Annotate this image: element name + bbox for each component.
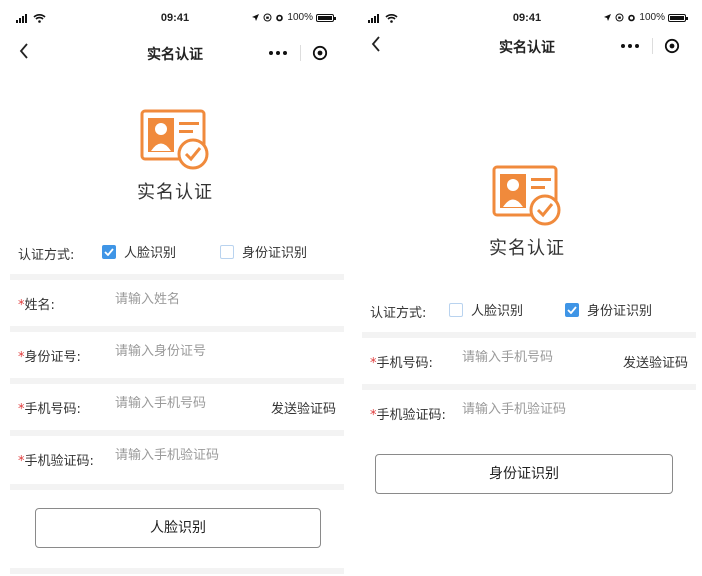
location-icon [604, 14, 612, 21]
status-right: 100% [251, 12, 336, 23]
field-phone: *手机号码: 发送验证码 [0, 384, 350, 428]
field-sms-code: *手机验证码: [352, 390, 702, 434]
battery-percent: 100% [287, 12, 313, 23]
auth-method-row: 认证方式: 人脸识别 身份证识别 [352, 294, 702, 328]
field-name: *姓名: [0, 280, 350, 324]
phone-screen-idcard: 09:41 100% 实名认证 实名认证 认证方式: 人脸识别 身份证识别 *手… [352, 0, 702, 576]
name-input[interactable] [115, 292, 265, 307]
lock-rotation-icon [615, 13, 624, 22]
checkbox-checked-icon[interactable] [565, 302, 579, 317]
divider [10, 568, 344, 574]
hero-title: 实名认证 [137, 182, 213, 203]
hero: 实名认证 [0, 108, 350, 204]
checkbox-checked-icon[interactable] [102, 244, 116, 259]
mini-program-capsule [612, 33, 688, 59]
send-code-button[interactable]: 发送验证码 [271, 398, 336, 417]
hero-title: 实名认证 [489, 238, 565, 259]
id-card-recognition-button[interactable]: 身份证识别 [375, 454, 673, 494]
id-card-verified-icon [492, 165, 561, 226]
more-icon[interactable] [260, 51, 296, 55]
option-face[interactable]: 人脸识别 [449, 300, 523, 319]
field-phone: *手机号码: 发送验证码 [352, 338, 702, 382]
field-code-label: *手机验证码: [18, 454, 94, 469]
battery-icon [316, 13, 336, 22]
send-code-button[interactable]: 发送验证码 [623, 352, 688, 371]
phone-input[interactable] [115, 396, 265, 411]
option-idcard-label: 身份证识别 [587, 304, 653, 319]
option-idcard[interactable]: 身份证识别 [565, 300, 652, 319]
checkbox-unchecked-icon[interactable] [449, 302, 463, 317]
field-phone-label: *手机号码: [370, 356, 433, 371]
face-recognition-button[interactable]: 人脸识别 [35, 508, 321, 548]
sms-code-input[interactable] [462, 402, 612, 417]
capsule-divider [652, 38, 653, 54]
field-phone-label: *手机号码: [18, 402, 81, 417]
alarm-icon [628, 14, 636, 22]
more-icon[interactable] [612, 44, 648, 48]
battery-percent: 100% [639, 12, 665, 23]
location-icon [252, 14, 260, 21]
close-target-icon[interactable] [305, 45, 335, 61]
option-face[interactable]: 人脸识别 [102, 242, 176, 261]
auth-method-row: 认证方式: 人脸识别 身份证识别 [0, 236, 350, 270]
field-sms-code: *手机验证码: [0, 436, 350, 480]
nav-bar: 实名认证 [352, 29, 702, 61]
status-bar: 09:41 100% [0, 12, 350, 28]
close-target-icon[interactable] [657, 38, 687, 54]
battery-icon [668, 13, 688, 22]
field-id-number: *身份证号: [0, 332, 350, 376]
id-card-verified-icon [140, 109, 209, 170]
option-face-label: 人脸识别 [124, 246, 177, 261]
divider [10, 484, 344, 490]
field-code-label: *手机验证码: [370, 408, 446, 423]
field-name-label: *姓名: [18, 298, 55, 313]
auth-method-label: 认证方式: [18, 248, 75, 263]
option-idcard-label: 身份证识别 [242, 246, 308, 261]
field-id-label: *身份证号: [18, 350, 81, 365]
lock-rotation-icon [263, 13, 272, 22]
phone-screen-face: 09:41 100% 实名认证 实名认证 认证方式: 人脸识别 身份证识别 *姓… [0, 0, 350, 576]
capsule-divider [300, 45, 301, 61]
phone-input[interactable] [462, 350, 612, 365]
option-face-label: 人脸识别 [471, 304, 524, 319]
status-right: 100% [603, 12, 688, 23]
id-number-input[interactable] [115, 344, 265, 359]
checkbox-unchecked-icon[interactable] [220, 244, 234, 259]
status-bar: 09:41 100% [352, 12, 702, 28]
option-idcard[interactable]: 身份证识别 [220, 242, 307, 261]
sms-code-input[interactable] [115, 448, 265, 463]
auth-method-label: 认证方式: [370, 306, 427, 321]
mini-program-capsule [260, 40, 336, 66]
hero: 实名认证 [352, 164, 702, 260]
alarm-icon [276, 14, 284, 22]
nav-bar: 实名认证 [0, 36, 350, 68]
